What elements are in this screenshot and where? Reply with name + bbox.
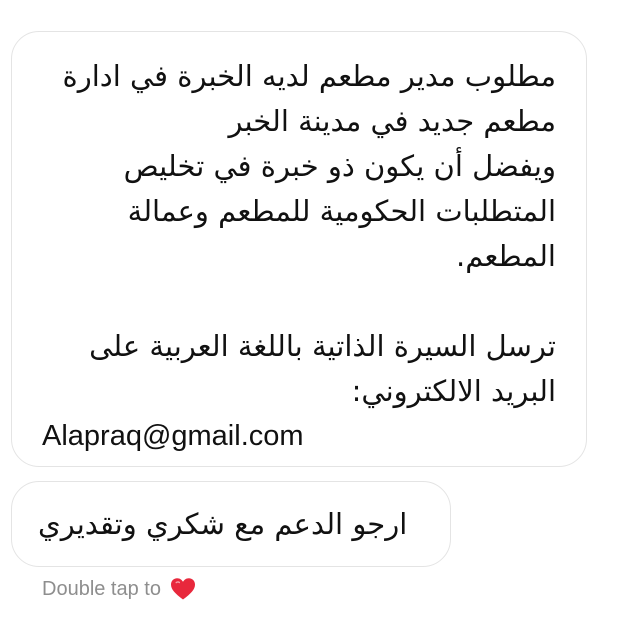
message-line: المتطلبات الحكومية للمطعم وعمالة xyxy=(127,194,556,228)
message-line: ارجو الدعم مع شكري وتقديري xyxy=(38,507,408,541)
message-line: ترسل السيرة الذاتية باللغة العربية على xyxy=(89,329,556,363)
email-link[interactable]: Alapraq@gmail.com xyxy=(42,414,556,459)
reaction-hint[interactable]: Double tap to xyxy=(42,574,196,604)
chat-thread: مطلوب مدير مطعم لديه الخبرة في ادارة مطع… xyxy=(0,0,640,640)
message-text: مطلوب مدير مطعم لديه الخبرة في ادارة مطع… xyxy=(42,54,556,414)
message-line: البريد الالكتروني: xyxy=(351,374,556,408)
message-line: ويفضل أن يكون ذو خبرة في تخليص xyxy=(123,149,556,183)
heart-icon xyxy=(170,578,195,600)
message-bubble[interactable]: ارجو الدعم مع شكري وتقديري xyxy=(11,481,451,567)
message-line: المطعم. xyxy=(456,239,556,273)
message-bubble[interactable]: مطلوب مدير مطعم لديه الخبرة في ادارة مطع… xyxy=(11,31,587,467)
message-line: مطعم جديد في مدينة الخبر xyxy=(228,104,556,138)
reaction-hint-label: Double tap to xyxy=(42,577,161,600)
message-line: مطلوب مدير مطعم لديه الخبرة في ادارة xyxy=(62,59,556,93)
